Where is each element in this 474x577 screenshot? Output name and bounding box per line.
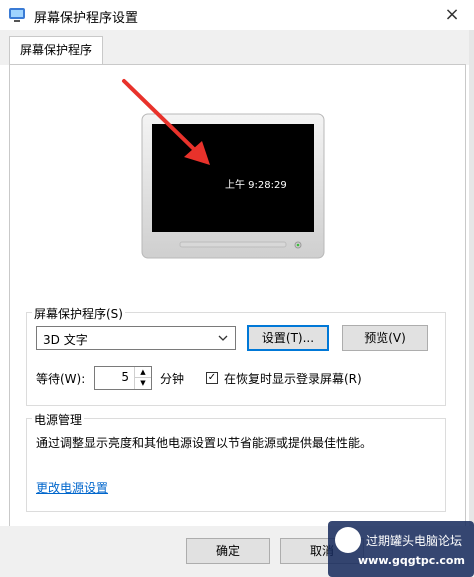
- window-edge: [469, 30, 474, 526]
- power-description: 通过调整显示亮度和其他电源设置以节省能源或提供最佳性能。: [36, 436, 373, 450]
- watermark-url: www.gqgtpc.com: [358, 554, 465, 567]
- wait-minutes-value: 5: [121, 370, 129, 384]
- screensaver-selected-value: 3D 文字: [43, 333, 88, 347]
- watermark-name: 过期罐头电脑论坛: [366, 534, 463, 548]
- title-bar: 屏幕保护程序设置 ×: [0, 0, 474, 30]
- tab-strip: 屏幕保护程序: [0, 30, 474, 66]
- preview-clock-text: 上午 9:28:29: [225, 180, 287, 191]
- close-icon: ×: [444, 4, 460, 25]
- wait-minutes-stepper[interactable]: 5 ▲ ▼: [94, 366, 152, 390]
- change-power-settings-link[interactable]: 更改电源设置: [36, 479, 108, 496]
- chevron-down-icon: [218, 335, 228, 341]
- window-title: 屏幕保护程序设置: [34, 11, 139, 26]
- screensaver-group-label: 屏幕保护程序(S): [32, 305, 125, 322]
- wait-unit-label: 分钟: [160, 372, 185, 386]
- forum-logo-icon: [335, 527, 361, 553]
- close-button[interactable]: ×: [430, 0, 474, 30]
- ok-button[interactable]: 确定: [186, 538, 270, 564]
- resume-login-label: 在恢复时显示登录屏幕(R): [224, 372, 362, 386]
- power-management-group: [26, 418, 446, 512]
- resume-login-checkbox[interactable]: ✓: [206, 372, 218, 384]
- power-group-label: 电源管理: [32, 411, 85, 428]
- stepper-down-icon[interactable]: ▼: [134, 377, 151, 389]
- red-arrow-annotation: [122, 79, 210, 165]
- tab-screensaver[interactable]: 屏幕保护程序: [9, 36, 103, 66]
- screensaver-app-icon: [9, 8, 25, 22]
- screensaver-select[interactable]: 3D 文字: [36, 326, 236, 350]
- wait-label: 等待(W):: [36, 372, 86, 386]
- settings-button[interactable]: 设置(T)...: [247, 325, 329, 351]
- preview-button[interactable]: 预览(V): [342, 325, 428, 351]
